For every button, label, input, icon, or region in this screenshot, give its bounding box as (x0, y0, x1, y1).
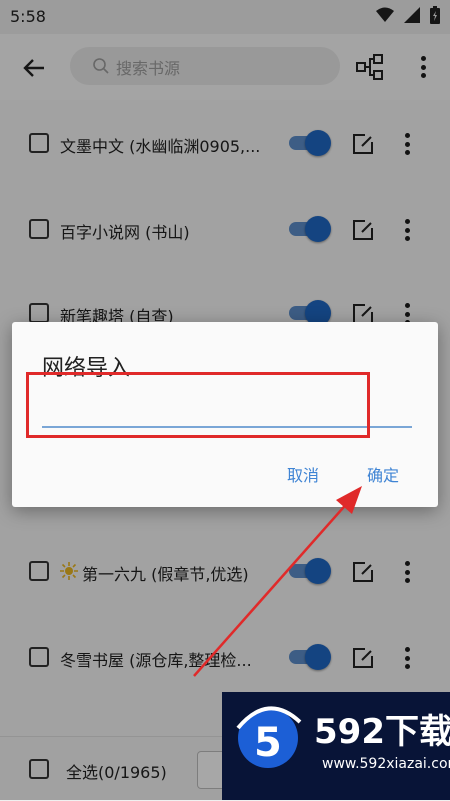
input-highlight-box (26, 372, 370, 438)
brand-logo-icon: 5 (236, 706, 302, 768)
logo-digit: 5 (254, 720, 282, 766)
network-import-dialog: 网络导入 取消 确定 (12, 322, 438, 507)
watermark-brand: 592下载 (314, 712, 450, 752)
cancel-button[interactable]: 取消 (287, 462, 319, 486)
watermark-logo: 5 592下载 www.592xiazai.com (222, 692, 450, 800)
watermark-url: www.592xiazai.com (322, 756, 450, 772)
confirm-button[interactable]: 确定 (367, 462, 399, 486)
